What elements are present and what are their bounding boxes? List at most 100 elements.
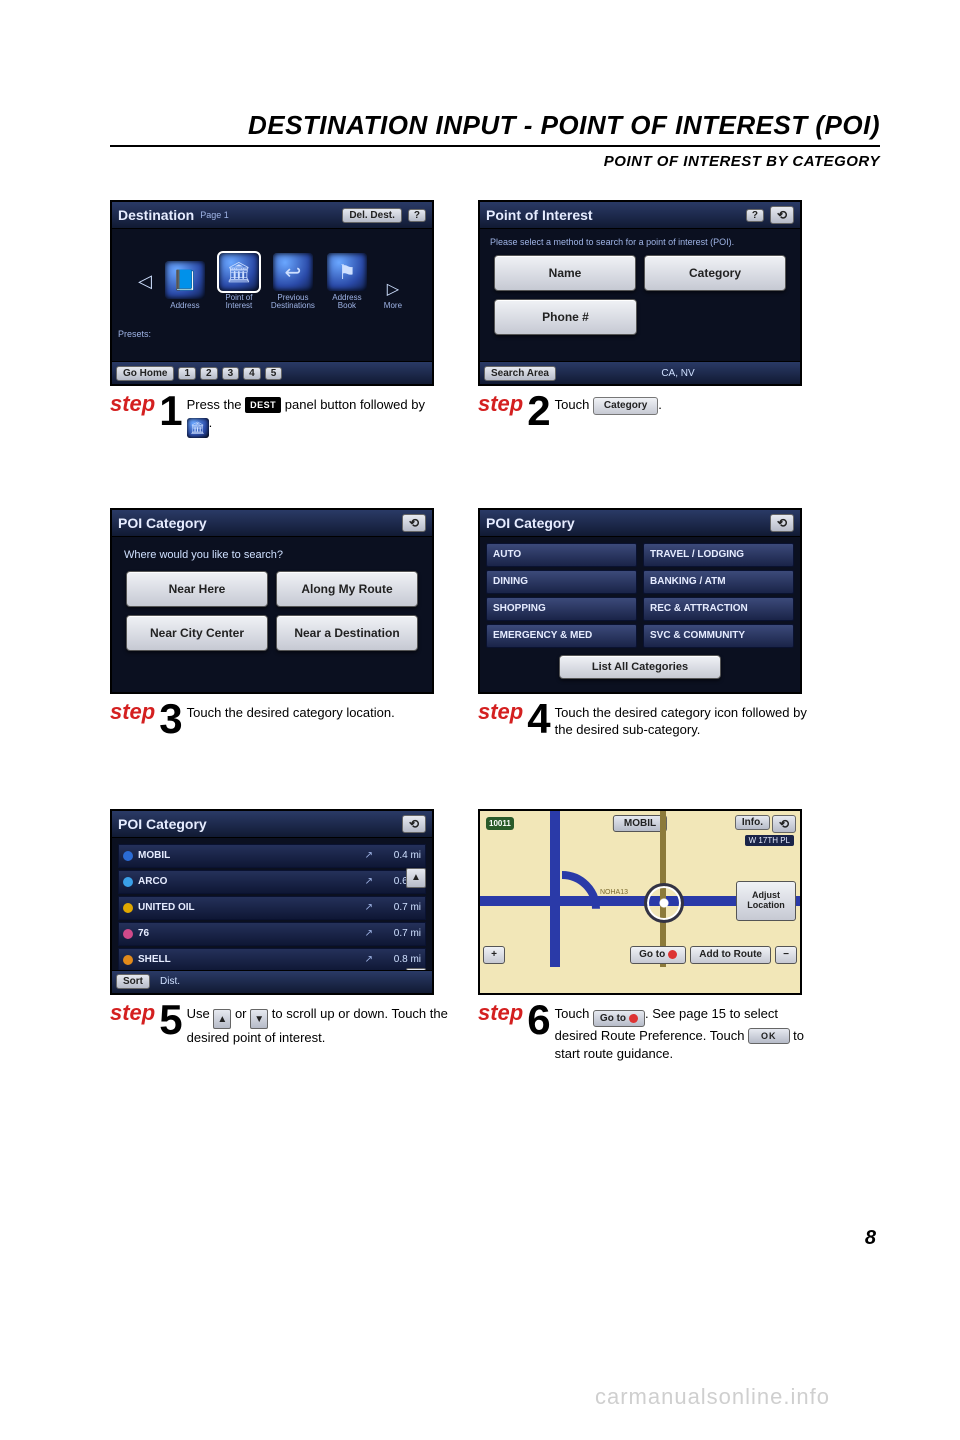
near-here-button[interactable]: Near Here: [126, 571, 268, 607]
page-subtitle: POINT OF INTEREST BY CATEGORY: [110, 153, 880, 170]
address-icon-button[interactable]: 📘 Address: [162, 261, 208, 310]
scroll-up-inline-icon: ▲: [213, 1009, 231, 1029]
zoom-out-button[interactable]: −: [775, 946, 797, 964]
step-5: POI Category ⟲ MOBIL ↗ 0.4 mi ARCO ↗: [110, 809, 448, 1063]
destination-dot-icon: [668, 950, 677, 959]
cat-dining[interactable]: DINING: [486, 570, 637, 594]
brand-dot-icon: [123, 851, 133, 861]
cat-svc[interactable]: SVC & COMMUNITY: [643, 624, 794, 648]
step1-header-title: Destination: [118, 207, 194, 223]
poi-icon-button[interactable]: 🏛 Point of Interest: [216, 253, 262, 310]
direction-icon: ↗: [365, 902, 373, 913]
dest-hardkey-icon: DEST: [245, 397, 281, 413]
step-1: Destination Page 1 Del. Dest. ? ◁ 📘 Addr…: [110, 200, 448, 438]
ok-inline-icon: OK: [748, 1028, 790, 1044]
step5-caption: Use ▲ or ▼ to scroll up or down. Touch t…: [187, 1001, 448, 1047]
name-button[interactable]: Name: [494, 255, 636, 291]
list-all-button[interactable]: List All Categories: [559, 655, 721, 679]
poi-mini-icon: 🏛: [187, 418, 209, 438]
cat-rec[interactable]: REC & ATTRACTION: [643, 597, 794, 621]
crosshair-icon: [644, 883, 684, 923]
brand-dot-icon: [123, 877, 133, 887]
search-area-button[interactable]: Search Area: [484, 366, 556, 381]
scroll-down-inline-icon: ▼: [250, 1009, 268, 1029]
info-button[interactable]: Info.: [735, 815, 770, 830]
poi-label: Point of Interest: [216, 294, 262, 310]
step4-screen: POI Category ⟲ AUTO DINING SHOPPING EMER…: [478, 508, 802, 694]
route-shield-icon: 10011: [486, 817, 514, 830]
back-icon[interactable]: ⟲: [770, 514, 794, 532]
step-number: 2: [527, 394, 550, 428]
poi-row-shell[interactable]: SHELL ↗ 0.8 mi: [118, 948, 426, 972]
step5-screen: POI Category ⟲ MOBIL ↗ 0.4 mi ARCO ↗: [110, 809, 434, 995]
category-button[interactable]: Category: [644, 255, 786, 291]
near-city-button[interactable]: Near City Center: [126, 615, 268, 651]
step1-caption: Press the DEST panel button followed by …: [187, 392, 448, 438]
preset-5-button[interactable]: 5: [265, 367, 283, 380]
cat-auto[interactable]: AUTO: [486, 543, 637, 567]
zoom-in-button[interactable]: +: [483, 946, 505, 964]
address-label: Address: [170, 302, 199, 310]
step4-caption: Touch the desired category icon followed…: [555, 700, 816, 739]
more-button[interactable]: ▷ More: [378, 279, 408, 310]
step6-screen: 10011 MOBIL Info. ⟲ W 17TH PL NOHA13 Adj…: [478, 809, 802, 995]
step3-prompt: Where would you like to search?: [118, 543, 426, 571]
scroll-left-icon[interactable]: ◁: [136, 271, 154, 292]
poi-row-arco[interactable]: ARCO ↗ 0.6 mi: [118, 870, 426, 894]
cat-shopping[interactable]: SHOPPING: [486, 597, 637, 621]
previous-dest-button[interactable]: ↩ Previous Destinations: [270, 253, 316, 310]
address-book-button[interactable]: ⚑ Address Book: [324, 253, 370, 310]
step-label: step: [110, 700, 155, 724]
go-home-button[interactable]: Go Home: [116, 366, 174, 381]
along-route-button[interactable]: Along My Route: [276, 571, 418, 607]
poi-row-mobil[interactable]: MOBIL ↗ 0.4 mi: [118, 844, 426, 868]
previous-icon: ↩: [273, 253, 313, 291]
step1-screen: Destination Page 1 Del. Dest. ? ◁ 📘 Addr…: [110, 200, 434, 386]
sort-mode-label: Dist.: [154, 976, 180, 987]
back-icon[interactable]: ⟲: [770, 206, 794, 224]
direction-icon: ↗: [365, 876, 373, 887]
del-dest-button[interactable]: Del. Dest.: [342, 208, 402, 223]
poi-row-unitedoil[interactable]: UNITED OIL ↗ 0.7 mi: [118, 896, 426, 920]
step-label: step: [110, 392, 155, 416]
step-number: 4: [527, 702, 550, 736]
back-icon[interactable]: ⟲: [402, 815, 426, 833]
phone-button[interactable]: Phone #: [494, 299, 637, 335]
ramp-icon: [524, 871, 600, 947]
poi-banner: MOBIL: [613, 815, 667, 832]
help-button[interactable]: ?: [408, 209, 426, 222]
step-number: 3: [159, 702, 182, 736]
building-icon: 🏛: [219, 253, 259, 291]
step-number: 5: [159, 1003, 182, 1037]
street-label: W 17TH PL: [745, 835, 794, 846]
back-icon[interactable]: ⟲: [772, 815, 796, 833]
poi-row-76[interactable]: 76 ↗ 0.7 mi: [118, 922, 426, 946]
more-label: More: [384, 302, 402, 310]
page-title: DESTINATION INPUT - POINT OF INTEREST (P…: [110, 110, 880, 141]
step3-caption: Touch the desired category location.: [187, 700, 448, 722]
near-dest-button[interactable]: Near a Destination: [276, 615, 418, 651]
back-icon[interactable]: ⟲: [402, 514, 426, 532]
cat-emergency[interactable]: EMERGENCY & MED: [486, 624, 637, 648]
direction-icon: ↗: [365, 850, 373, 861]
cat-banking[interactable]: BANKING / ATM: [643, 570, 794, 594]
add-to-route-button[interactable]: Add to Route: [690, 946, 771, 964]
category-inline-button: Category: [593, 397, 658, 415]
map-view[interactable]: 10011 MOBIL Info. ⟲ W 17TH PL NOHA13 Adj…: [480, 811, 800, 967]
step-number: 1: [159, 394, 182, 428]
step6-caption: Touch Go to. See page 15 to select desir…: [555, 1001, 816, 1063]
step-3: POI Category ⟲ Where would you like to s…: [110, 508, 448, 739]
step-2: Point of Interest ? ⟲ Please select a me…: [478, 200, 816, 438]
goto-button[interactable]: Go to: [630, 946, 686, 964]
scroll-up-icon[interactable]: ▲: [406, 868, 426, 888]
step2-screen: Point of Interest ? ⟲ Please select a me…: [478, 200, 802, 386]
cat-travel[interactable]: TRAVEL / LODGING: [643, 543, 794, 567]
step4-header-title: POI Category: [486, 515, 575, 531]
sort-button[interactable]: Sort: [116, 974, 150, 989]
preset-1-button[interactable]: 1: [178, 367, 196, 380]
adjust-location-button[interactable]: Adjust Location: [736, 881, 796, 921]
preset-2-button[interactable]: 2: [200, 367, 218, 380]
preset-4-button[interactable]: 4: [243, 367, 261, 380]
help-button[interactable]: ?: [746, 209, 764, 222]
preset-3-button[interactable]: 3: [222, 367, 240, 380]
